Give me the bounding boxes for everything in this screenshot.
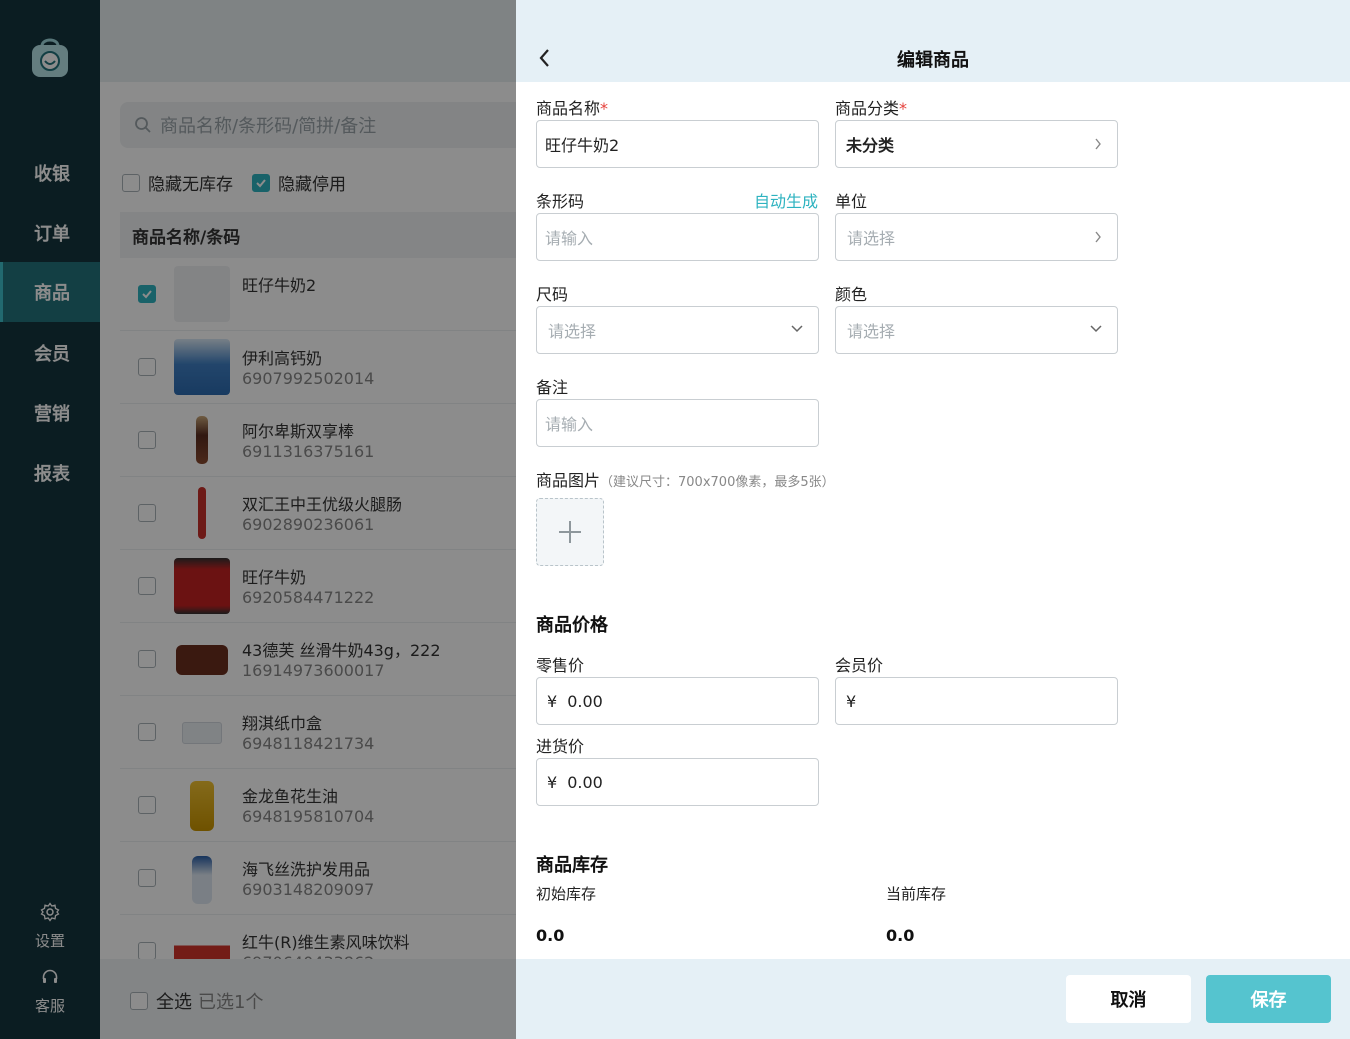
- auto-generate-link[interactable]: 自动生成: [754, 188, 818, 212]
- member-price-label: 会员价: [835, 656, 884, 675]
- stock-section-title: 商品库存: [536, 855, 608, 876]
- category-value: 未分类: [846, 136, 895, 155]
- chevron-right-icon: [1095, 138, 1101, 150]
- purchase-price-field[interactable]: ¥ 0.00: [536, 758, 819, 806]
- color-label: 颜色: [835, 285, 868, 304]
- chevron-down-icon: [791, 325, 803, 333]
- currency-symbol: ¥: [547, 772, 558, 792]
- category-select[interactable]: 未分类: [835, 120, 1118, 168]
- remark-placeholder: 请输入: [545, 415, 594, 434]
- category-label: 商品分类*: [835, 95, 907, 119]
- price-section-title: 商品价格: [536, 615, 608, 636]
- retail-price-label: 零售价: [536, 656, 585, 675]
- barcode-placeholder: 请输入: [545, 229, 594, 248]
- retail-price-value: 0.00: [567, 691, 603, 711]
- category-label-text: 商品分类: [835, 99, 900, 118]
- plus-icon: [559, 521, 581, 543]
- remark-field[interactable]: 请输入: [536, 399, 819, 447]
- unit-placeholder: 请选择: [847, 229, 896, 248]
- required-mark: *: [899, 99, 908, 118]
- barcode-field[interactable]: 请输入: [536, 213, 819, 261]
- purchase-price-value: 0.00: [567, 772, 603, 792]
- image-upload-button[interactable]: [536, 498, 604, 566]
- name-label: 商品名称*: [536, 95, 608, 119]
- name-field[interactable]: 旺仔牛奶2: [536, 120, 819, 168]
- unit-label: 单位: [835, 192, 868, 211]
- size-label: 尺码: [536, 285, 569, 304]
- image-label: 商品图片（建议尺寸：700x700像素，最多5张）: [536, 467, 835, 491]
- save-button[interactable]: 保存: [1206, 975, 1331, 1023]
- drawer-title: 编辑商品: [897, 50, 969, 71]
- name-label-text: 商品名称: [536, 99, 601, 118]
- barcode-label: 条形码: [536, 192, 585, 211]
- member-price-field[interactable]: ¥: [835, 677, 1118, 725]
- current-stock-value: 0.0: [886, 926, 915, 945]
- size-dropdown[interactable]: 请选择: [536, 306, 819, 354]
- current-stock-label: 当前库存: [886, 885, 947, 903]
- edit-product-drawer: 编辑商品 商品名称* 旺仔牛奶2 商品分类* 未分类 条形码 自动生成 请输入 …: [516, 0, 1350, 1039]
- retail-price-field[interactable]: ¥ 0.00: [536, 677, 819, 725]
- required-mark: *: [600, 99, 609, 118]
- image-label-text: 商品图片: [536, 471, 601, 490]
- color-dropdown[interactable]: 请选择: [835, 306, 1118, 354]
- unit-select[interactable]: 请选择: [835, 213, 1118, 261]
- currency-symbol: ¥: [846, 691, 857, 711]
- initial-stock-value: 0.0: [536, 926, 565, 945]
- color-placeholder: 请选择: [847, 322, 896, 341]
- size-placeholder: 请选择: [548, 322, 597, 341]
- chevron-down-icon: [1090, 325, 1102, 333]
- name-value: 旺仔牛奶2: [545, 136, 620, 155]
- chevron-right-icon: [1095, 231, 1101, 243]
- purchase-price-label: 进货价: [536, 737, 585, 756]
- image-hint: （建议尺寸：700x700像素，最多5张）: [600, 475, 835, 490]
- remark-label: 备注: [536, 378, 569, 397]
- initial-stock-label: 初始库存: [536, 885, 597, 903]
- currency-symbol: ¥: [547, 691, 558, 711]
- cancel-button[interactable]: 取消: [1066, 975, 1191, 1023]
